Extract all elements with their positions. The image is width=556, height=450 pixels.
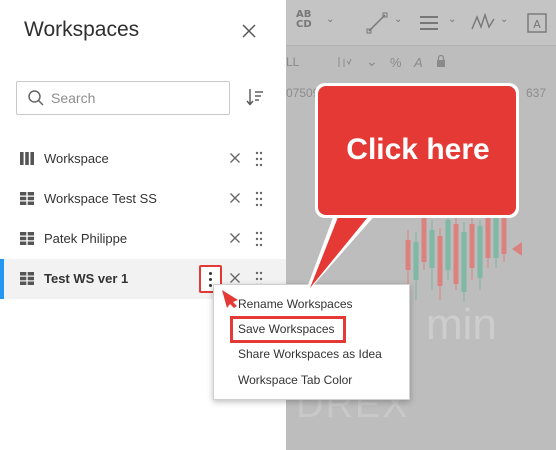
- workspace-name: Workspace: [44, 151, 109, 166]
- candle-body: [421, 218, 427, 262]
- grid-layout-icon: [20, 272, 34, 285]
- candle-body: [485, 212, 491, 258]
- close-icon[interactable]: [238, 20, 260, 42]
- candle-body: [413, 242, 419, 280]
- watermark-text: min: [426, 300, 497, 349]
- candle-body: [461, 232, 467, 292]
- callout-text: Click here: [346, 133, 490, 166]
- delete-icon[interactable]: [229, 192, 241, 204]
- menu-item-rename[interactable]: Rename Workspaces: [238, 297, 353, 311]
- workspace-name: Patek Philippe: [44, 231, 128, 246]
- candle-body: [405, 240, 411, 270]
- workspace-item[interactable]: Workspace: [0, 139, 286, 179]
- workspace-name: Workspace Test SS: [44, 191, 157, 206]
- candles: [405, 206, 507, 302]
- workspace-item[interactable]: Workspace Test SS: [0, 179, 286, 219]
- menu-item-share[interactable]: Share Workspaces as Idea: [238, 347, 382, 361]
- candle-body: [469, 224, 475, 268]
- columns-layout-icon: [20, 152, 34, 165]
- drag-handle-icon[interactable]: [255, 190, 263, 208]
- candle-body: [445, 220, 451, 270]
- delete-icon[interactable]: [229, 152, 241, 164]
- workspace-context-menu: Rename Workspaces Save Workspaces Share …: [213, 284, 410, 400]
- candle-body: [493, 218, 499, 258]
- candle-body: [501, 212, 507, 254]
- delete-icon[interactable]: [229, 232, 241, 244]
- candle-body: [477, 226, 483, 278]
- search-box[interactable]: [16, 81, 230, 115]
- candle-body: [429, 230, 435, 268]
- search-icon: [28, 90, 44, 106]
- drag-handle-icon[interactable]: [255, 150, 263, 168]
- candle-body: [437, 236, 443, 286]
- last-price-marker: [512, 242, 522, 256]
- panel-title: Workspaces: [24, 18, 140, 41]
- candle-body: [453, 224, 459, 284]
- workspace-name: Test WS ver 1: [44, 271, 129, 286]
- menu-item-tab-color[interactable]: Workspace Tab Color: [238, 373, 352, 387]
- delete-icon[interactable]: [229, 272, 241, 284]
- drag-handle-icon[interactable]: [255, 230, 263, 248]
- grid-layout-icon: [20, 192, 34, 205]
- workspace-item[interactable]: Patek Philippe: [0, 219, 286, 259]
- menu-item-save[interactable]: Save Workspaces: [238, 322, 335, 336]
- search-input[interactable]: [51, 88, 221, 108]
- sort-icon[interactable]: [244, 86, 266, 108]
- grid-layout-icon: [20, 232, 34, 245]
